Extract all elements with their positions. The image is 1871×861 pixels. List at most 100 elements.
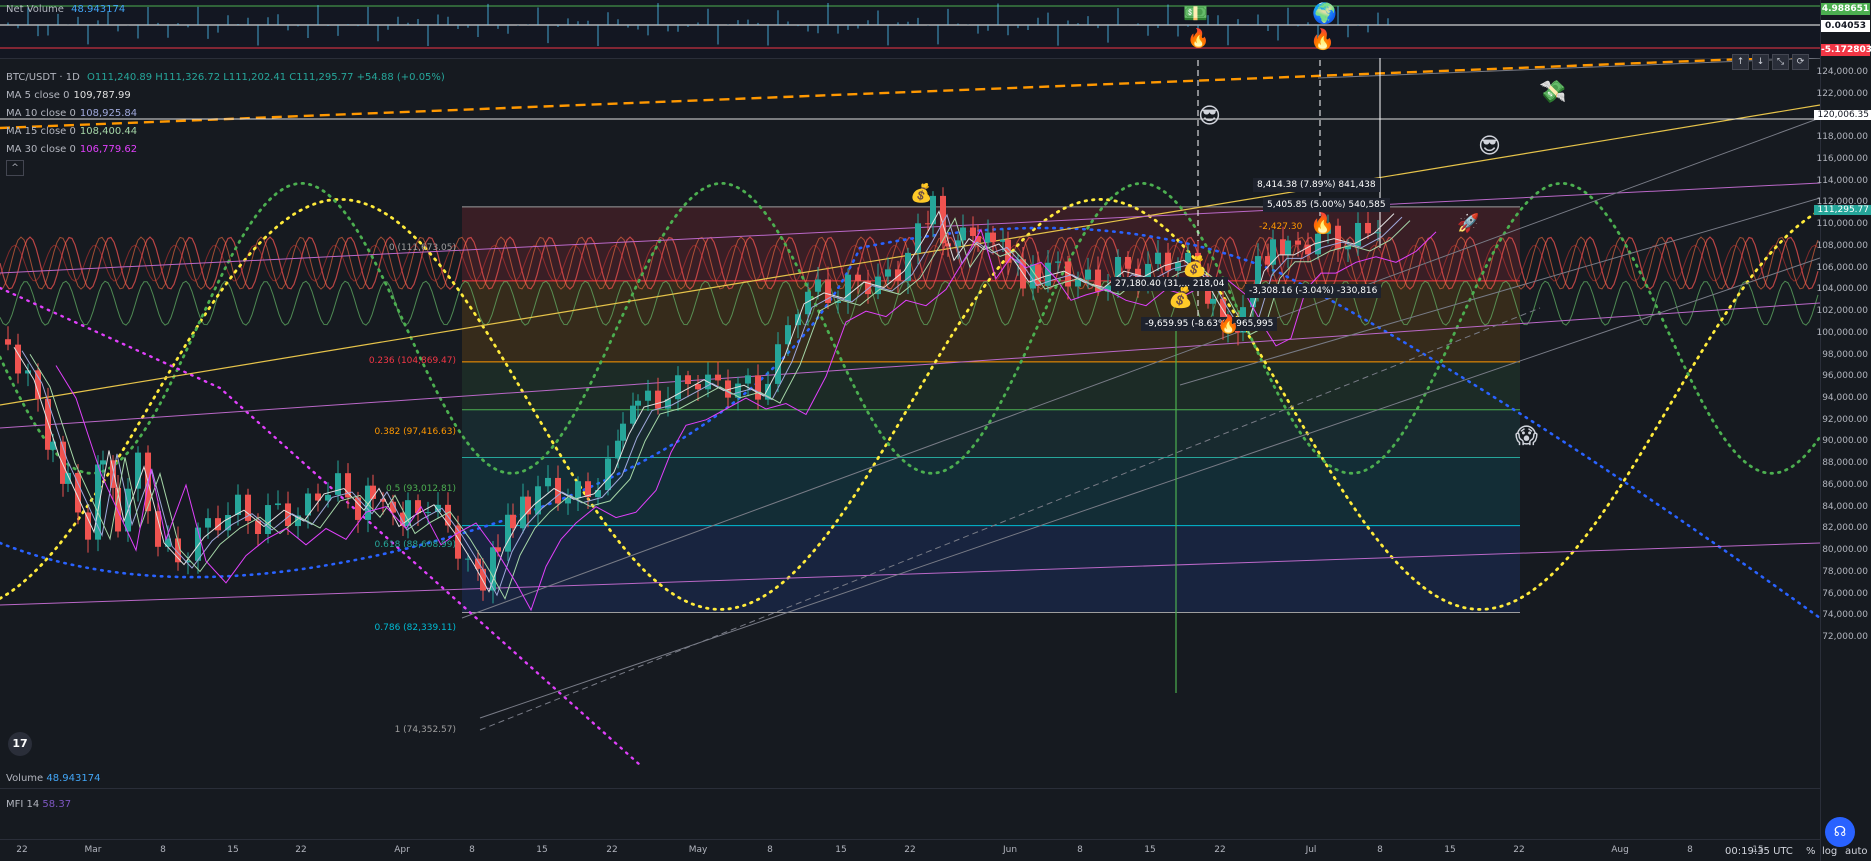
candle-body: [5, 339, 11, 345]
candle-body: [1075, 279, 1081, 287]
time-tick-label: Jun: [1002, 845, 1018, 855]
candle-body: [95, 464, 101, 540]
price-chart[interactable]: [0, 58, 1820, 765]
candle-body: [715, 374, 721, 381]
settings-icon[interactable]: ⟳: [1792, 54, 1809, 70]
ma-value: 109,787.99: [73, 90, 131, 101]
candle-body: [990, 232, 996, 242]
volume-label: Volume: [6, 773, 44, 784]
fire-icon: 🔥: [1217, 314, 1240, 335]
mfi-legend[interactable]: MFI 14 58.37: [6, 799, 71, 810]
time-tick-label: 22: [1513, 845, 1525, 855]
ma-legend-1[interactable]: MA 10 close 0 108,925.84: [6, 108, 137, 120]
collapse-icon[interactable]: ⤡: [1772, 54, 1789, 70]
candle-body: [895, 269, 901, 281]
symbol-name[interactable]: BTC/USDT · 1D: [6, 72, 80, 83]
candle-body: [945, 243, 951, 247]
candle-body: [815, 279, 821, 292]
fib-label-0: 0 (111,673.05): [388, 243, 456, 253]
money-bag-icon: 💰: [910, 183, 933, 204]
ma-legend-0[interactable]: MA 5 close 0 109,787.99: [6, 90, 131, 102]
candle-body: [1365, 222, 1371, 234]
candle-body: [265, 505, 271, 535]
price-tick-label: 114,000.00: [1816, 175, 1868, 186]
price-tick-label: 104,000.00: [1816, 284, 1868, 295]
candle-body: [1085, 269, 1091, 280]
time-tick-label: Jul: [1305, 845, 1317, 855]
time-tick-label: 22: [606, 845, 618, 855]
candle-body: [275, 503, 281, 506]
price-tick-label: 82,000.00: [1822, 523, 1868, 534]
cool-emoji-icon: 😎: [1478, 134, 1501, 159]
price-tick-label: 86,000.00: [1822, 479, 1868, 490]
candle-body: [620, 423, 626, 441]
price-tick-label: 100,000.00: [1816, 327, 1868, 338]
net-volume-scale-tag-mid: 0.04053: [1821, 20, 1870, 32]
time-tick-label: 22: [904, 845, 916, 855]
ma-label: MA 15 close 0: [6, 126, 76, 137]
candle-body: [1375, 232, 1381, 234]
candle-body: [205, 518, 211, 528]
ma-label: MA 10 close 0: [6, 108, 76, 119]
price-tick-label: 76,000.00: [1822, 588, 1868, 599]
candle-body: [425, 512, 431, 514]
headset-support-icon[interactable]: ☊: [1825, 817, 1855, 847]
money-bag-icon: 💰: [1182, 254, 1207, 278]
mfi-value: 58.37: [42, 799, 72, 810]
candle-body: [1055, 261, 1061, 263]
price-tick-label: 88,000.00: [1822, 458, 1868, 469]
arrow-down-icon[interactable]: ↓: [1752, 54, 1769, 70]
pane-divider[interactable]: [0, 788, 1820, 789]
auto-toggle[interactable]: auto: [1845, 846, 1868, 857]
time-tick-label: May: [688, 845, 708, 855]
mfi-label: MFI 14: [6, 799, 40, 810]
clock[interactable]: 00:19:35 UTC: [1725, 846, 1793, 857]
price-tick-label: 78,000.00: [1822, 566, 1868, 577]
globe-icon: 🌍: [1312, 1, 1337, 25]
time-tick-label: Aug: [1611, 845, 1629, 855]
candle-body: [1285, 240, 1291, 255]
time-tick-label: 15: [1144, 845, 1156, 855]
candle-body: [1155, 252, 1161, 264]
time-tick-label: 8: [160, 845, 166, 855]
candle-body: [480, 568, 486, 591]
time-tick-label: 15: [1444, 845, 1456, 855]
tradingview-logo-icon[interactable]: 17: [8, 732, 32, 756]
arrow-up-icon[interactable]: ↑: [1732, 54, 1749, 70]
candle-body: [1125, 256, 1131, 269]
net-volume-scale-tag-high: 4.988651: [1821, 3, 1870, 15]
time-tick-label: Mar: [84, 845, 102, 855]
net-volume-pane[interactable]: Net Volume 48.943174: [0, 0, 1820, 59]
time-tick-label: 8: [1077, 845, 1083, 855]
percent-toggle[interactable]: %: [1806, 846, 1816, 857]
time-tick-label: 22: [295, 845, 307, 855]
candle-body: [855, 274, 861, 282]
candle-body: [510, 514, 516, 529]
net-volume-legend: Net Volume 48.943174: [6, 4, 125, 16]
main-chart-pane[interactable]: BTC/USDT · 1D O111,240.89 H111,326.72 L1…: [0, 54, 1820, 765]
ma-legend-3[interactable]: MA 30 close 0 106,779.62: [6, 144, 137, 156]
candle-body: [605, 458, 611, 491]
measure-label: -3,308.16 (-3.04%) -330,816: [1245, 284, 1382, 298]
candle-body: [755, 375, 761, 400]
ma-legend-2[interactable]: MA 15 close 0 108,400.44: [6, 126, 137, 138]
symbol-legend[interactable]: BTC/USDT · 1D O111,240.89 H111,326.72 L1…: [6, 72, 445, 84]
fib-label-786: 0.786 (82,339.11): [374, 623, 456, 633]
fire-icon: 🔥: [1310, 211, 1335, 235]
net-volume-value: 48.943174: [71, 4, 126, 15]
price-tick-label: 80,000.00: [1822, 545, 1868, 556]
price-tick-label: 111,295.77: [1814, 205, 1871, 216]
ma-label: MA 5 close 0: [6, 90, 70, 101]
log-toggle[interactable]: log: [1822, 846, 1837, 857]
candle-body: [15, 344, 21, 374]
time-tick-label: 8: [767, 845, 773, 855]
price-tick-label: 74,000.00: [1822, 610, 1868, 621]
candle-body: [1210, 298, 1216, 304]
fib-label-236: 0.236 (104,869.47): [368, 356, 456, 366]
fib-label-5: 0.5 (93,012.81): [385, 484, 456, 494]
collapse-legend-icon[interactable]: ^: [6, 160, 24, 176]
price-scale[interactable]: 124,000.00 122,000.00 120,006.35 118,000.00…: [1814, 0, 1871, 861]
price-tick-label: 108,000.00: [1816, 240, 1868, 251]
volume-legend[interactable]: Volume 48.943174: [6, 773, 100, 784]
time-tick-label: 8: [1687, 845, 1693, 855]
